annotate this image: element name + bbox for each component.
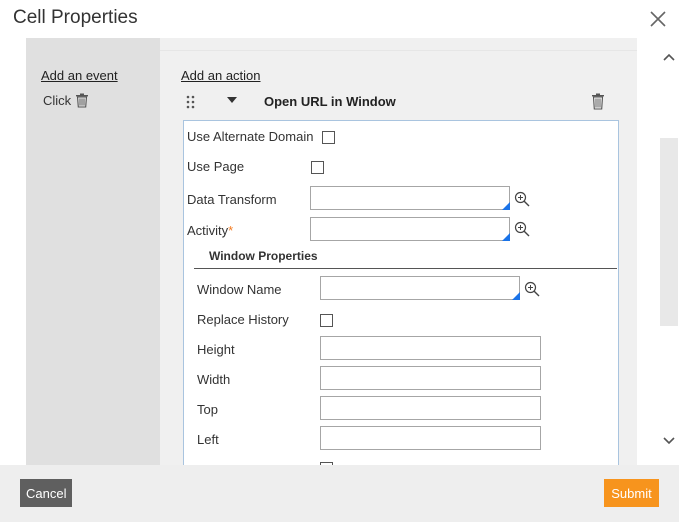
activity-input[interactable] [310,217,510,241]
add-action-link[interactable]: Add an action [181,68,261,83]
data-transform-label: Data Transform [187,192,277,207]
dialog-footer: Cancel Submit [0,465,679,522]
trash-icon[interactable] [591,93,605,113]
action-name: Open URL in Window [264,94,396,109]
trash-icon[interactable] [75,93,89,108]
width-input[interactable] [320,366,541,390]
use-page-label: Use Page [187,159,245,174]
window-name-input[interactable] [320,276,520,300]
search-icon[interactable] [514,221,530,237]
close-button[interactable] [648,9,668,29]
drag-handle-icon[interactable] [185,95,197,109]
search-icon[interactable] [524,281,540,297]
left-label: Left [197,432,219,447]
width-label: Width [197,372,231,387]
window-properties-title: Window Properties [209,249,318,263]
cancel-button[interactable]: Cancel [20,479,72,507]
use-alternate-domain-label: Use Alternate Domain [187,129,314,144]
required-marker: * [228,223,234,238]
height-label: Height [197,342,235,357]
left-input[interactable] [320,426,541,450]
action-parameters: Use Alternate Domain Use Page Data Trans… [183,120,619,465]
action-header: Open URL in Window [185,92,610,112]
dialog-title: Cell Properties [13,7,138,28]
top-label: Top [197,402,218,417]
event-label: Click [43,93,72,108]
top-input[interactable] [320,396,541,420]
chevron-down-icon[interactable] [662,436,676,446]
submit-button[interactable]: Submit [604,479,659,507]
use-alternate-domain-checkbox[interactable] [322,131,335,144]
activity-label: Activity* [187,223,234,238]
caret-down-icon[interactable] [227,97,237,103]
close-icon [650,11,666,27]
scrollbar[interactable] [659,38,679,465]
replace-history-label: Replace History [197,312,289,327]
event-item-click[interactable]: Click [43,93,89,108]
chevron-up-icon[interactable] [662,52,676,62]
dialog-header: Cell Properties [0,0,679,38]
data-transform-input[interactable] [310,186,510,210]
panel-divider [160,50,637,51]
scroll-thumb[interactable] [660,138,678,326]
section-divider [194,268,617,269]
dialog-body: Add an event Add an action Click Open UR… [0,38,679,465]
replace-history-checkbox[interactable] [320,314,333,327]
window-name-label: Window Name [197,282,282,297]
use-page-checkbox[interactable] [311,161,324,174]
search-icon[interactable] [514,191,530,207]
add-event-link[interactable]: Add an event [41,68,118,83]
height-input[interactable] [320,336,541,360]
